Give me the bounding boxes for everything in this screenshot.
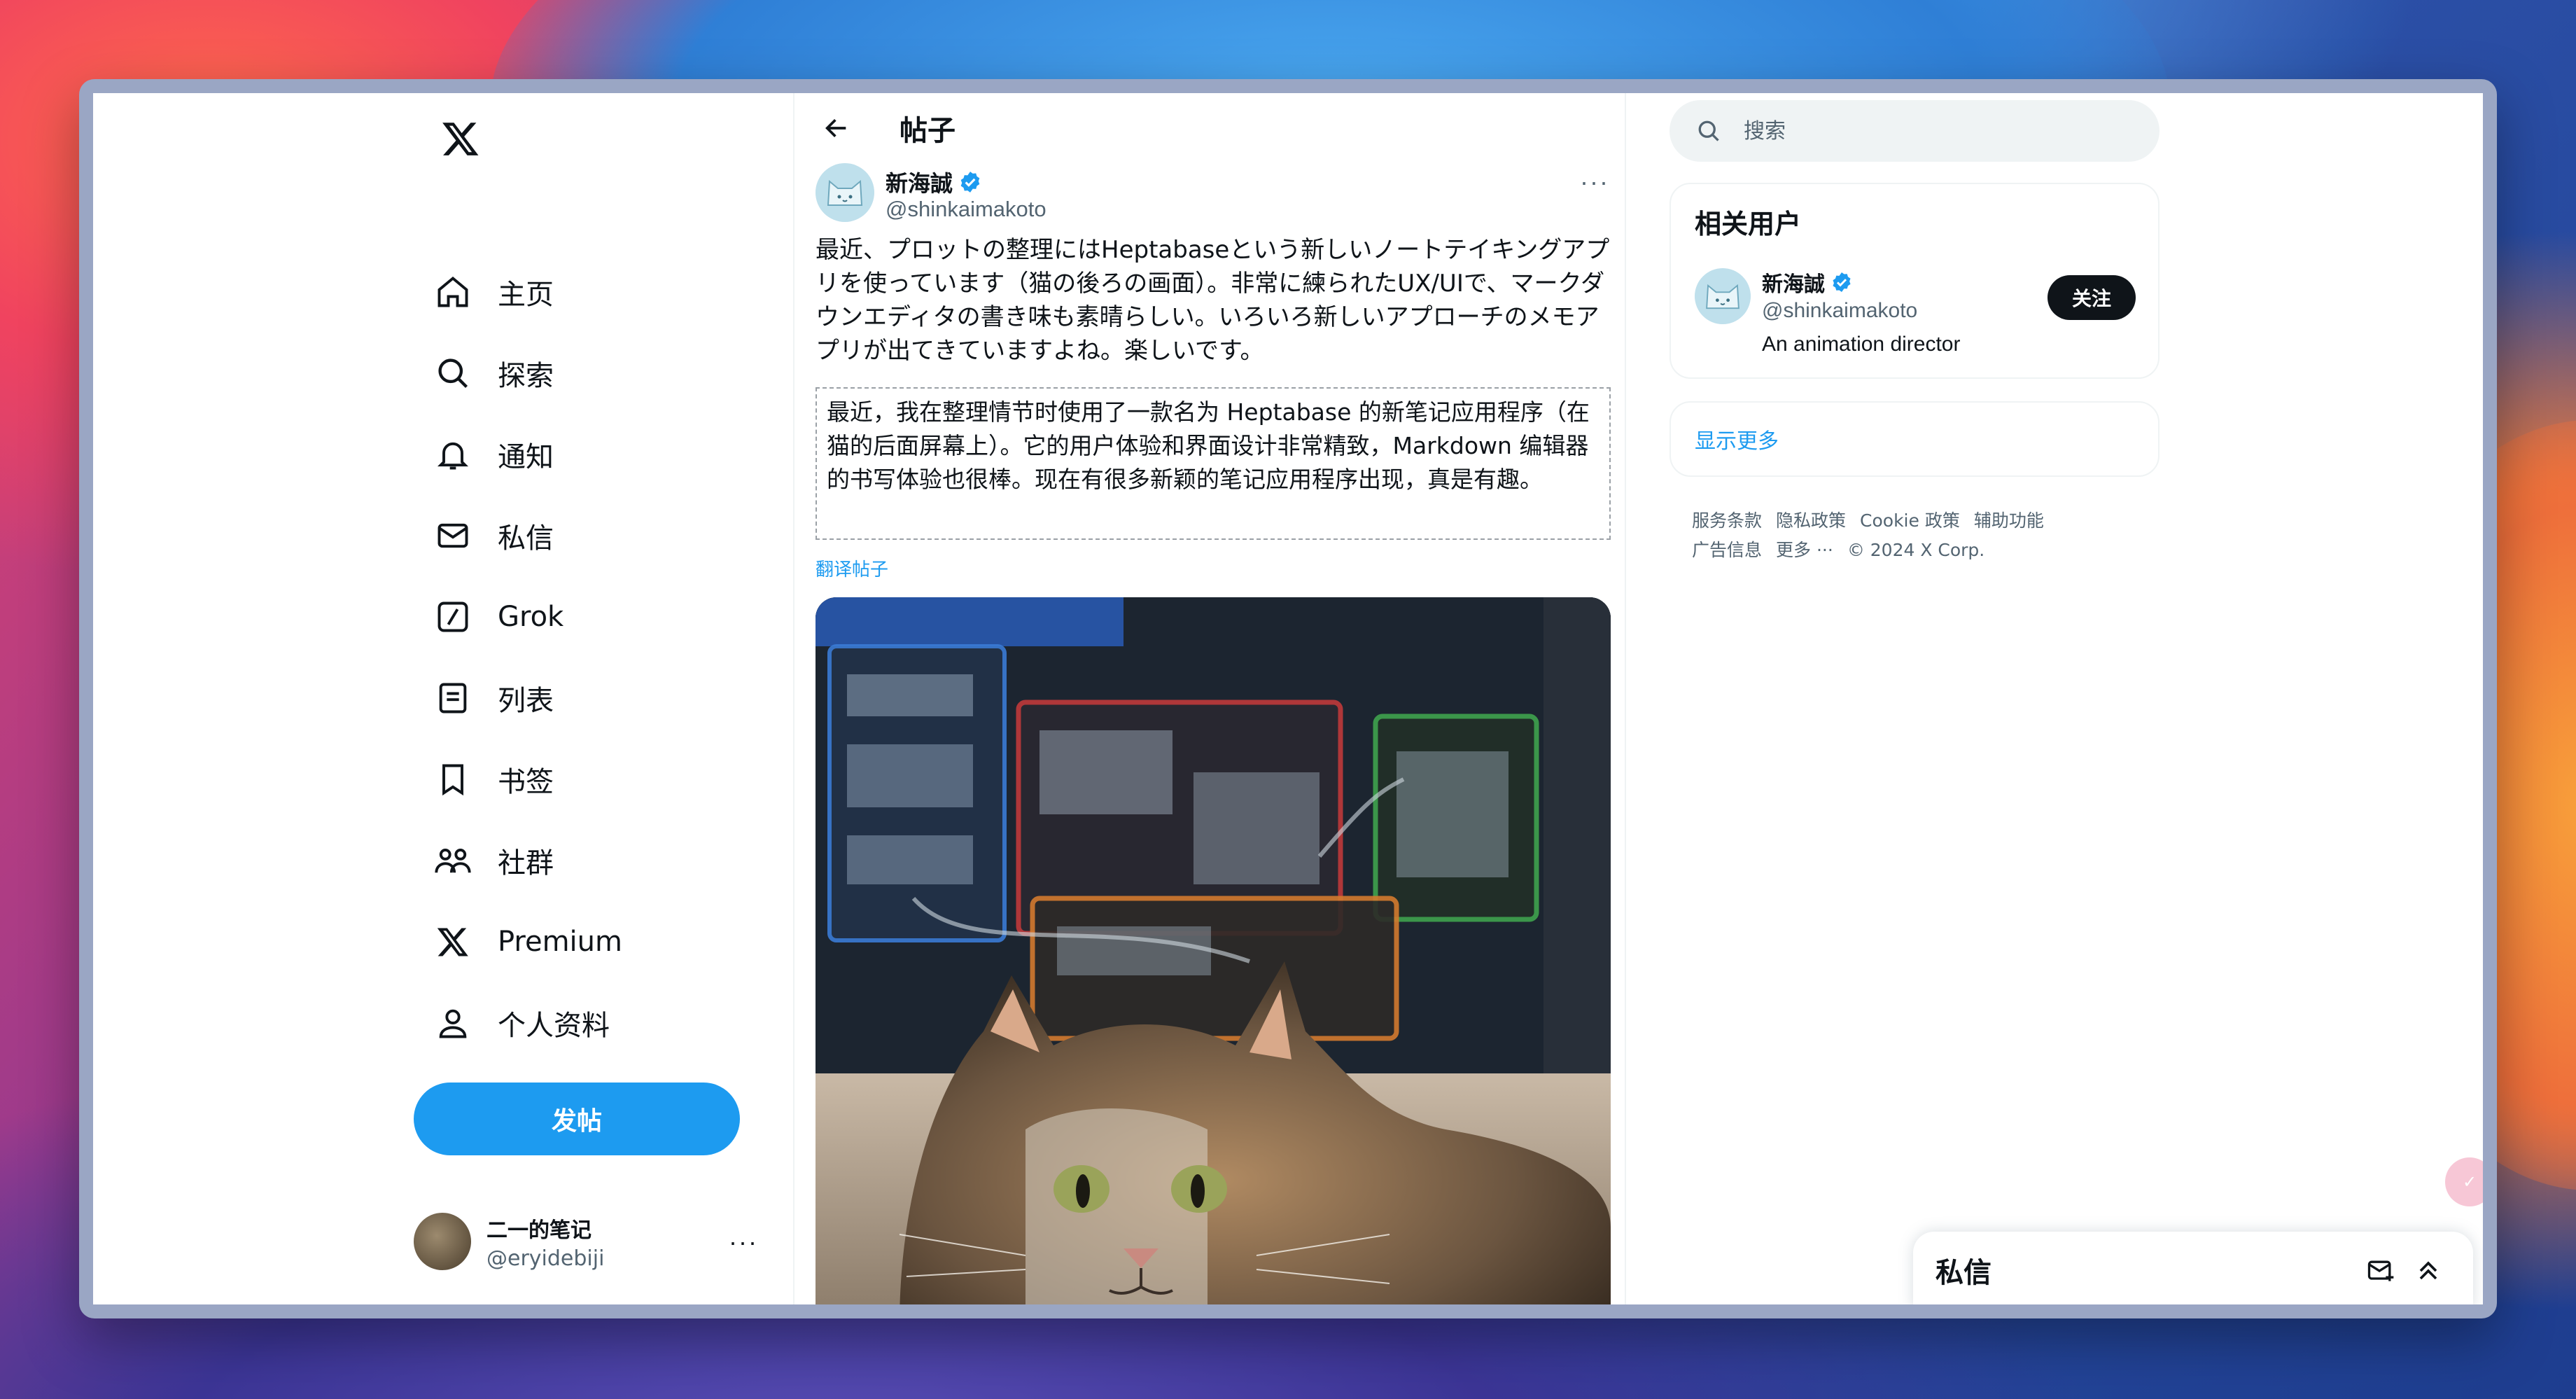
left-sidebar: 主页 探索 通知 私信 Grok 列表 书签 社群 Premium 个人资料 发… bbox=[93, 93, 793, 1304]
account-name: 二一的笔记 bbox=[486, 1218, 592, 1243]
show-more-card: 显示更多 bbox=[1670, 401, 2160, 477]
footer-link[interactable]: 隐私政策 bbox=[1776, 510, 1846, 531]
more-horizontal-icon[interactable]: ··· bbox=[1580, 167, 1609, 197]
x-premium-icon bbox=[432, 921, 474, 963]
footer-link[interactable]: 服务条款 bbox=[1692, 510, 1762, 531]
messages-drawer-title: 私信 bbox=[1935, 1257, 1991, 1289]
sidebar-item-notifications[interactable]: 通知 bbox=[422, 421, 758, 488]
communities-icon bbox=[432, 840, 474, 882]
sidebar-item-explore[interactable]: 探索 bbox=[422, 340, 758, 407]
translate-post-link[interactable]: 翻译帖子 bbox=[816, 555, 888, 581]
sidebar-item-label: 主页 bbox=[498, 279, 554, 311]
related-users-card: 相关用户 新海誠 @shinkaimakoto An animation dir… bbox=[1670, 183, 2160, 379]
sidebar-item-bookmarks[interactable]: 书签 bbox=[422, 746, 758, 813]
related-user-name-row[interactable]: 新海誠 bbox=[1762, 267, 1853, 298]
post-image[interactable] bbox=[816, 597, 1611, 1304]
avatar[interactable] bbox=[1695, 268, 1751, 324]
sidebar-item-label: 社群 bbox=[498, 847, 554, 879]
translation-box: 最近，我在整理情节时使用了一款名为 Heptabase 的新笔记应用程序（在猫的… bbox=[816, 387, 1611, 540]
footer-links: 服务条款 隐私政策 Cookie 政策 辅助功能 广告信息 更多 ··· © 2024 X… bbox=[1692, 506, 2140, 565]
sidebar-item-label: 私信 bbox=[498, 522, 554, 555]
messages-drawer[interactable]: 私信 bbox=[1913, 1232, 2473, 1304]
card-title: 相关用户 bbox=[1695, 209, 1802, 239]
post-button[interactable]: 发帖 bbox=[414, 1083, 740, 1155]
copyright: © 2024 X Corp. bbox=[1847, 540, 1985, 560]
sidebar-item-lists[interactable]: 列表 bbox=[422, 664, 758, 732]
footer-link[interactable]: 广告信息 bbox=[1692, 540, 1762, 560]
x-page: 主页 探索 通知 私信 Grok 列表 书签 社群 Premium 个人资料 发… bbox=[93, 93, 2483, 1304]
post-header: 帖子 bbox=[794, 93, 1625, 163]
search-icon bbox=[1695, 117, 1723, 145]
post-column: 帖子 新海誠 @shinkaimakoto ··· 最近、プロットの整理にはHe… bbox=[793, 93, 1626, 1304]
author-name-row[interactable]: 新海誠 bbox=[886, 166, 982, 198]
sidebar-item-label: Premium bbox=[498, 926, 622, 958]
sidebar-item-label: 探索 bbox=[498, 360, 554, 392]
search-icon bbox=[432, 352, 474, 394]
bookmark-icon bbox=[432, 758, 474, 800]
sidebar-item-label: Grok bbox=[498, 601, 564, 633]
post-text: 最近、プロットの整理にはHeptabaseという新しいノートテイキングアプリを使… bbox=[816, 236, 1610, 365]
sidebar-item-home[interactable]: 主页 bbox=[422, 258, 758, 326]
sidebar-item-label: 书签 bbox=[498, 766, 554, 798]
footer-link[interactable]: 更多 ··· bbox=[1776, 540, 1833, 560]
verified-badge-icon bbox=[960, 172, 980, 193]
sidebar-item-premium[interactable]: Premium bbox=[422, 908, 758, 975]
author-name: 新海誠 bbox=[886, 170, 953, 197]
arrow-left-icon[interactable] bbox=[816, 107, 858, 149]
footer-link[interactable]: 辅助功能 bbox=[1974, 510, 2044, 531]
cat-photo-illustration bbox=[816, 597, 1611, 1304]
mail-icon bbox=[432, 515, 474, 557]
related-user-bio: An animation director bbox=[1762, 333, 1961, 356]
avatar bbox=[414, 1213, 471, 1270]
post-author: 新海誠 @shinkaimakoto ··· bbox=[816, 163, 1614, 226]
footer-link[interactable]: Cookie 政策 bbox=[1860, 510, 1960, 531]
home-icon bbox=[432, 271, 474, 313]
right-sidebar: 相关用户 新海誠 @shinkaimakoto An animation dir… bbox=[1626, 93, 2483, 1304]
sidebar-item-messages[interactable]: 私信 bbox=[422, 502, 758, 569]
account-switcher[interactable]: 二一的笔记 @eryidebiji ··· bbox=[414, 1199, 778, 1283]
search-input[interactable] bbox=[1744, 118, 2136, 144]
sidebar-item-grok[interactable]: Grok bbox=[422, 583, 758, 650]
avatar[interactable] bbox=[816, 163, 874, 222]
show-more-link[interactable]: 显示更多 bbox=[1695, 424, 1779, 454]
verified-badge-icon bbox=[1833, 272, 1851, 292]
browser-window: 主页 探索 通知 私信 Grok 列表 书签 社群 Premium 个人资料 发… bbox=[79, 79, 2497, 1318]
sidebar-item-label: 通知 bbox=[498, 441, 554, 473]
page-title: 帖子 bbox=[899, 115, 955, 147]
account-handle: @eryidebiji bbox=[486, 1246, 605, 1271]
sidebar-item-label: 列表 bbox=[498, 685, 554, 717]
new-message-icon[interactable] bbox=[2365, 1255, 2396, 1286]
search-bar[interactable] bbox=[1670, 100, 2160, 162]
author-handle[interactable]: @shinkaimakoto bbox=[886, 197, 1046, 222]
related-user-name: 新海誠 bbox=[1762, 272, 1825, 297]
x-logo-icon[interactable] bbox=[429, 107, 492, 170]
list-icon bbox=[432, 677, 474, 719]
follow-button[interactable]: 关注 bbox=[2047, 275, 2136, 320]
bell-icon bbox=[432, 433, 474, 475]
chevron-double-up-icon[interactable] bbox=[2413, 1255, 2444, 1286]
related-user-handle[interactable]: @shinkaimakoto bbox=[1762, 299, 1917, 323]
more-horizontal-icon[interactable]: ··· bbox=[729, 1227, 758, 1257]
grok-icon bbox=[432, 596, 474, 638]
sidebar-item-communities[interactable]: 社群 bbox=[422, 827, 758, 894]
